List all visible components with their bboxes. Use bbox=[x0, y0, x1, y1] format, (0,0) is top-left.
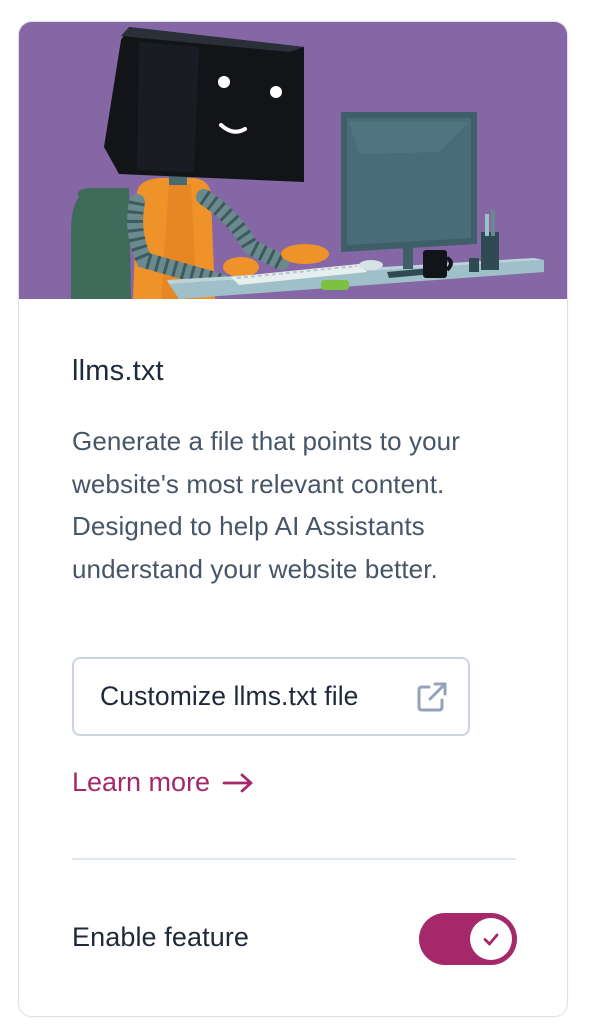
feature-card: llms.txt Generate a file that points to … bbox=[18, 21, 568, 1017]
arrow-right-icon bbox=[222, 773, 253, 792]
customize-button-label: Customize llms.txt file bbox=[100, 681, 359, 711]
enable-feature-toggle[interactable] bbox=[419, 913, 517, 965]
learn-more-label: Learn more bbox=[72, 767, 211, 797]
toggle-knob bbox=[470, 918, 512, 960]
learn-more-link[interactable]: Learn more bbox=[72, 767, 254, 798]
feature-title: llms.txt bbox=[72, 355, 164, 387]
check-icon bbox=[483, 933, 499, 946]
feature-description: Generate a file that points to your webs… bbox=[72, 426, 460, 584]
hero-illustration bbox=[19, 22, 567, 299]
external-link-icon bbox=[417, 682, 447, 712]
customize-llms-button[interactable]: Customize llms.txt file bbox=[72, 657, 470, 736]
robot-at-computer-illustration bbox=[19, 22, 567, 299]
divider bbox=[72, 858, 516, 860]
enable-feature-label: Enable feature bbox=[72, 922, 250, 952]
